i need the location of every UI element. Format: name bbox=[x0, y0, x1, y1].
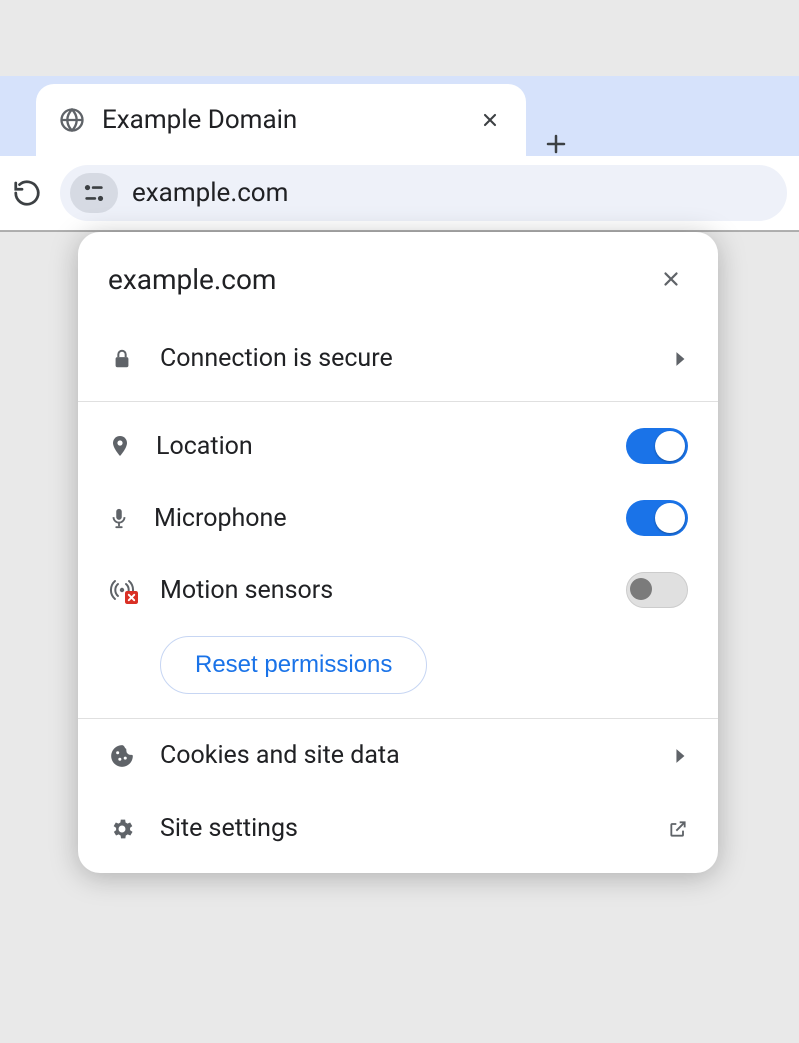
tab-strip: Example Domain bbox=[0, 76, 799, 156]
popup-site-name: example.com bbox=[108, 263, 654, 296]
site-settings-label: Site settings bbox=[160, 814, 644, 843]
microphone-icon bbox=[108, 504, 130, 532]
address-bar[interactable]: example.com bbox=[60, 165, 787, 221]
microphone-label: Microphone bbox=[154, 504, 602, 533]
reset-permissions-container: Reset permissions bbox=[78, 626, 718, 718]
close-tab-button[interactable] bbox=[476, 106, 504, 134]
connection-label: Connection is secure bbox=[160, 344, 650, 373]
location-toggle[interactable] bbox=[626, 428, 688, 464]
connection-secure-row[interactable]: Connection is secure bbox=[78, 324, 718, 401]
reset-permissions-button[interactable]: Reset permissions bbox=[160, 636, 427, 694]
site-settings-row[interactable]: Site settings bbox=[78, 792, 718, 873]
motion-sensors-toggle[interactable] bbox=[626, 572, 688, 608]
popup-close-button[interactable] bbox=[654, 262, 688, 296]
site-info-chip[interactable] bbox=[70, 173, 118, 213]
cookies-row[interactable]: Cookies and site data bbox=[78, 719, 718, 792]
new-tab-button[interactable] bbox=[526, 132, 586, 156]
permission-location-row: Location bbox=[78, 402, 718, 482]
cookies-label: Cookies and site data bbox=[160, 741, 650, 770]
microphone-toggle[interactable] bbox=[626, 500, 688, 536]
gear-icon bbox=[108, 816, 136, 842]
permission-motion-sensors-row: Motion sensors bbox=[78, 554, 718, 626]
chevron-right-icon bbox=[674, 748, 688, 764]
tab-title: Example Domain bbox=[102, 105, 460, 135]
site-info-popup: example.com Connection is secure bbox=[78, 232, 718, 873]
window-top-gap bbox=[0, 0, 799, 76]
chevron-right-icon bbox=[674, 351, 688, 367]
url-text: example.com bbox=[132, 178, 288, 208]
browser-chrome: Example Domain bbox=[0, 76, 799, 231]
browser-tab[interactable]: Example Domain bbox=[36, 84, 526, 156]
location-label: Location bbox=[156, 432, 602, 461]
reload-button[interactable] bbox=[12, 178, 42, 208]
external-link-icon bbox=[668, 819, 688, 839]
motion-sensors-label: Motion sensors bbox=[160, 576, 602, 605]
cookie-icon bbox=[108, 743, 136, 769]
permission-microphone-row: Microphone bbox=[78, 482, 718, 554]
toolbar: example.com bbox=[0, 156, 799, 230]
page-content-area: example.com Connection is secure bbox=[0, 231, 799, 1043]
globe-icon bbox=[58, 106, 86, 134]
location-pin-icon bbox=[108, 432, 132, 460]
lock-icon bbox=[108, 347, 136, 371]
popup-header: example.com bbox=[78, 232, 718, 324]
motion-sensors-icon bbox=[108, 578, 136, 602]
